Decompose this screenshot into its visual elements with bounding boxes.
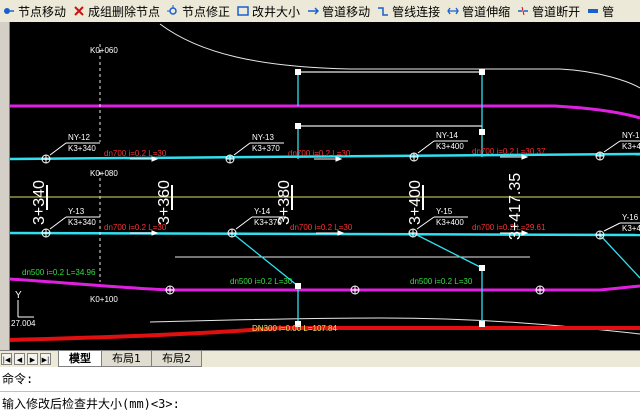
command-window[interactable]: 命令: 输入修改后检查井大小(mm)<3>: (0, 367, 640, 415)
node-label-y13-k: K3+340 (68, 218, 96, 227)
node-fix-icon (167, 5, 179, 17)
last-tab-button[interactable]: ▶| (40, 353, 51, 365)
prev-tab-button[interactable]: ◀ (14, 353, 25, 365)
pipe-label-ny2: dn700 i=0.2 L=30 (288, 149, 351, 158)
pipe-label-y3: dn700 i=0.2 L=29.61 (472, 223, 546, 232)
layout-tab-bar: |◀ ◀ ▶ ▶| 模型 布局1 布局2 (0, 350, 640, 368)
pipe-label-p1: dn500 i=0.2 L=34.96 (22, 268, 96, 277)
node-label-y15: Y-15 (436, 207, 453, 216)
connection-squares (295, 69, 485, 327)
pipe-break-button[interactable]: 管道断开 (514, 1, 584, 21)
pipe-label-red: DN300 i=0.00 L=107.84 (252, 324, 338, 333)
pipe-connect-button[interactable]: 管线连接 (374, 1, 444, 21)
left-ruler-strip (0, 22, 10, 350)
command-prompt: 命令: (2, 372, 34, 386)
vertical-connectors (231, 71, 640, 324)
node-label-y13: Y-13 (68, 207, 85, 216)
well-size-button[interactable]: 改井大小 (234, 1, 304, 21)
group-delete-nodes-icon (73, 5, 85, 17)
pipe-break-icon (517, 5, 529, 17)
pipe-label-y2: dn700 i=0.2 L=30 (290, 223, 353, 232)
station-label-3340: 3+340 (31, 180, 48, 225)
pipe-stretch-icon (447, 5, 459, 17)
node-move-icon (3, 5, 15, 17)
node-label-y14: Y-14 (254, 207, 271, 216)
node-label-y15-k: K3+400 (436, 218, 464, 227)
ucs-y-label: Y (15, 290, 22, 301)
node-label-y14-k: K3+370 (254, 218, 282, 227)
node-label-ny15-k: K3+4 (622, 142, 640, 151)
node-label-ny13: NY-13 (252, 133, 274, 142)
pipe-label-p3: dn500 i=0.2 L=30 (410, 277, 473, 286)
chainage-label-100: K0+100 (90, 295, 118, 304)
node-label-ny14: NY-14 (436, 131, 458, 140)
pipe-move-button[interactable]: 管道移动 (304, 1, 374, 21)
node-label-ny14-k: K3+400 (436, 142, 464, 151)
pipe-label-y1: dn700 i=0.2 L=30 (104, 223, 167, 232)
node-label-ny13-k: K3+370 (252, 144, 280, 153)
ucs-icon (17, 300, 34, 318)
group-delete-nodes-label: 成组删除节点 (88, 4, 161, 19)
ucs-coord-readout: 27.004 (11, 319, 36, 328)
pipe-label-ny1: dn700 i=0.2 L=30 (104, 149, 167, 158)
station-label-3400: 3+400 (407, 180, 424, 225)
first-tab-button[interactable]: |◀ (1, 353, 12, 365)
station-label-3360: 3+360 (156, 180, 173, 225)
drawing-canvas[interactable]: K0+060 K0+080 K0+100 3+340 3+360 3+380 3… (0, 22, 640, 350)
node-label-ny15: NY-15 (622, 131, 640, 140)
node-move-button[interactable]: 节点移动 (0, 1, 70, 21)
pipe-icon (587, 5, 599, 17)
pipe-connect-label: 管线连接 (392, 4, 441, 19)
group-delete-nodes-button[interactable]: 成组删除节点 (70, 1, 164, 21)
cad-toolbar: 节点移动 成组删除节点 节点修正 改井大小 管道移动 管线连接 管道伸缩 管道断… (0, 0, 640, 23)
node-label-y16: Y-16 (622, 213, 639, 222)
tab-layout2[interactable]: 布局2 (151, 351, 202, 367)
pipe-button[interactable]: 管 (584, 1, 618, 21)
pipe-stretch-label: 管道伸缩 (462, 4, 511, 19)
pipe-label: 管 (602, 4, 615, 19)
node-fix-button[interactable]: 节点修正 (164, 1, 234, 21)
road-edge-top (159, 23, 640, 89)
tab-model[interactable]: 模型 (58, 351, 102, 367)
well-size-label: 改井大小 (252, 4, 301, 19)
pipe-label-ny3: dn700 i=0.2 L=30.37 (472, 147, 546, 156)
node-move-label: 节点移动 (18, 4, 67, 19)
pipe-stretch-button[interactable]: 管道伸缩 (444, 1, 514, 21)
chainage-label-60: K0+060 (90, 46, 118, 55)
node-label-ny12: NY-12 (68, 133, 90, 142)
chainage-label-80: K0+080 (90, 169, 118, 178)
pipe-break-label: 管道断开 (532, 4, 581, 19)
next-tab-button[interactable]: ▶ (27, 353, 38, 365)
node-label-ny12-k: K3+340 (68, 144, 96, 153)
pipe-move-icon (307, 5, 320, 17)
node-label-y16-k: K3+4 (622, 224, 640, 233)
pipe-label-p2: dn500 i=0.2 L=30 (230, 277, 293, 286)
pipe-connect-icon (377, 5, 389, 17)
magenta-pipe-top (9, 104, 640, 120)
tab-layout1[interactable]: 布局1 (101, 351, 152, 367)
pipe-move-label: 管道移动 (322, 4, 371, 19)
magenta-pipe-bottom (8, 277, 640, 292)
node-fix-label: 节点修正 (182, 4, 231, 19)
command-input-line[interactable]: 输入修改后检查井大小(mm)<3>: (0, 392, 640, 416)
well-size-icon (237, 5, 249, 17)
